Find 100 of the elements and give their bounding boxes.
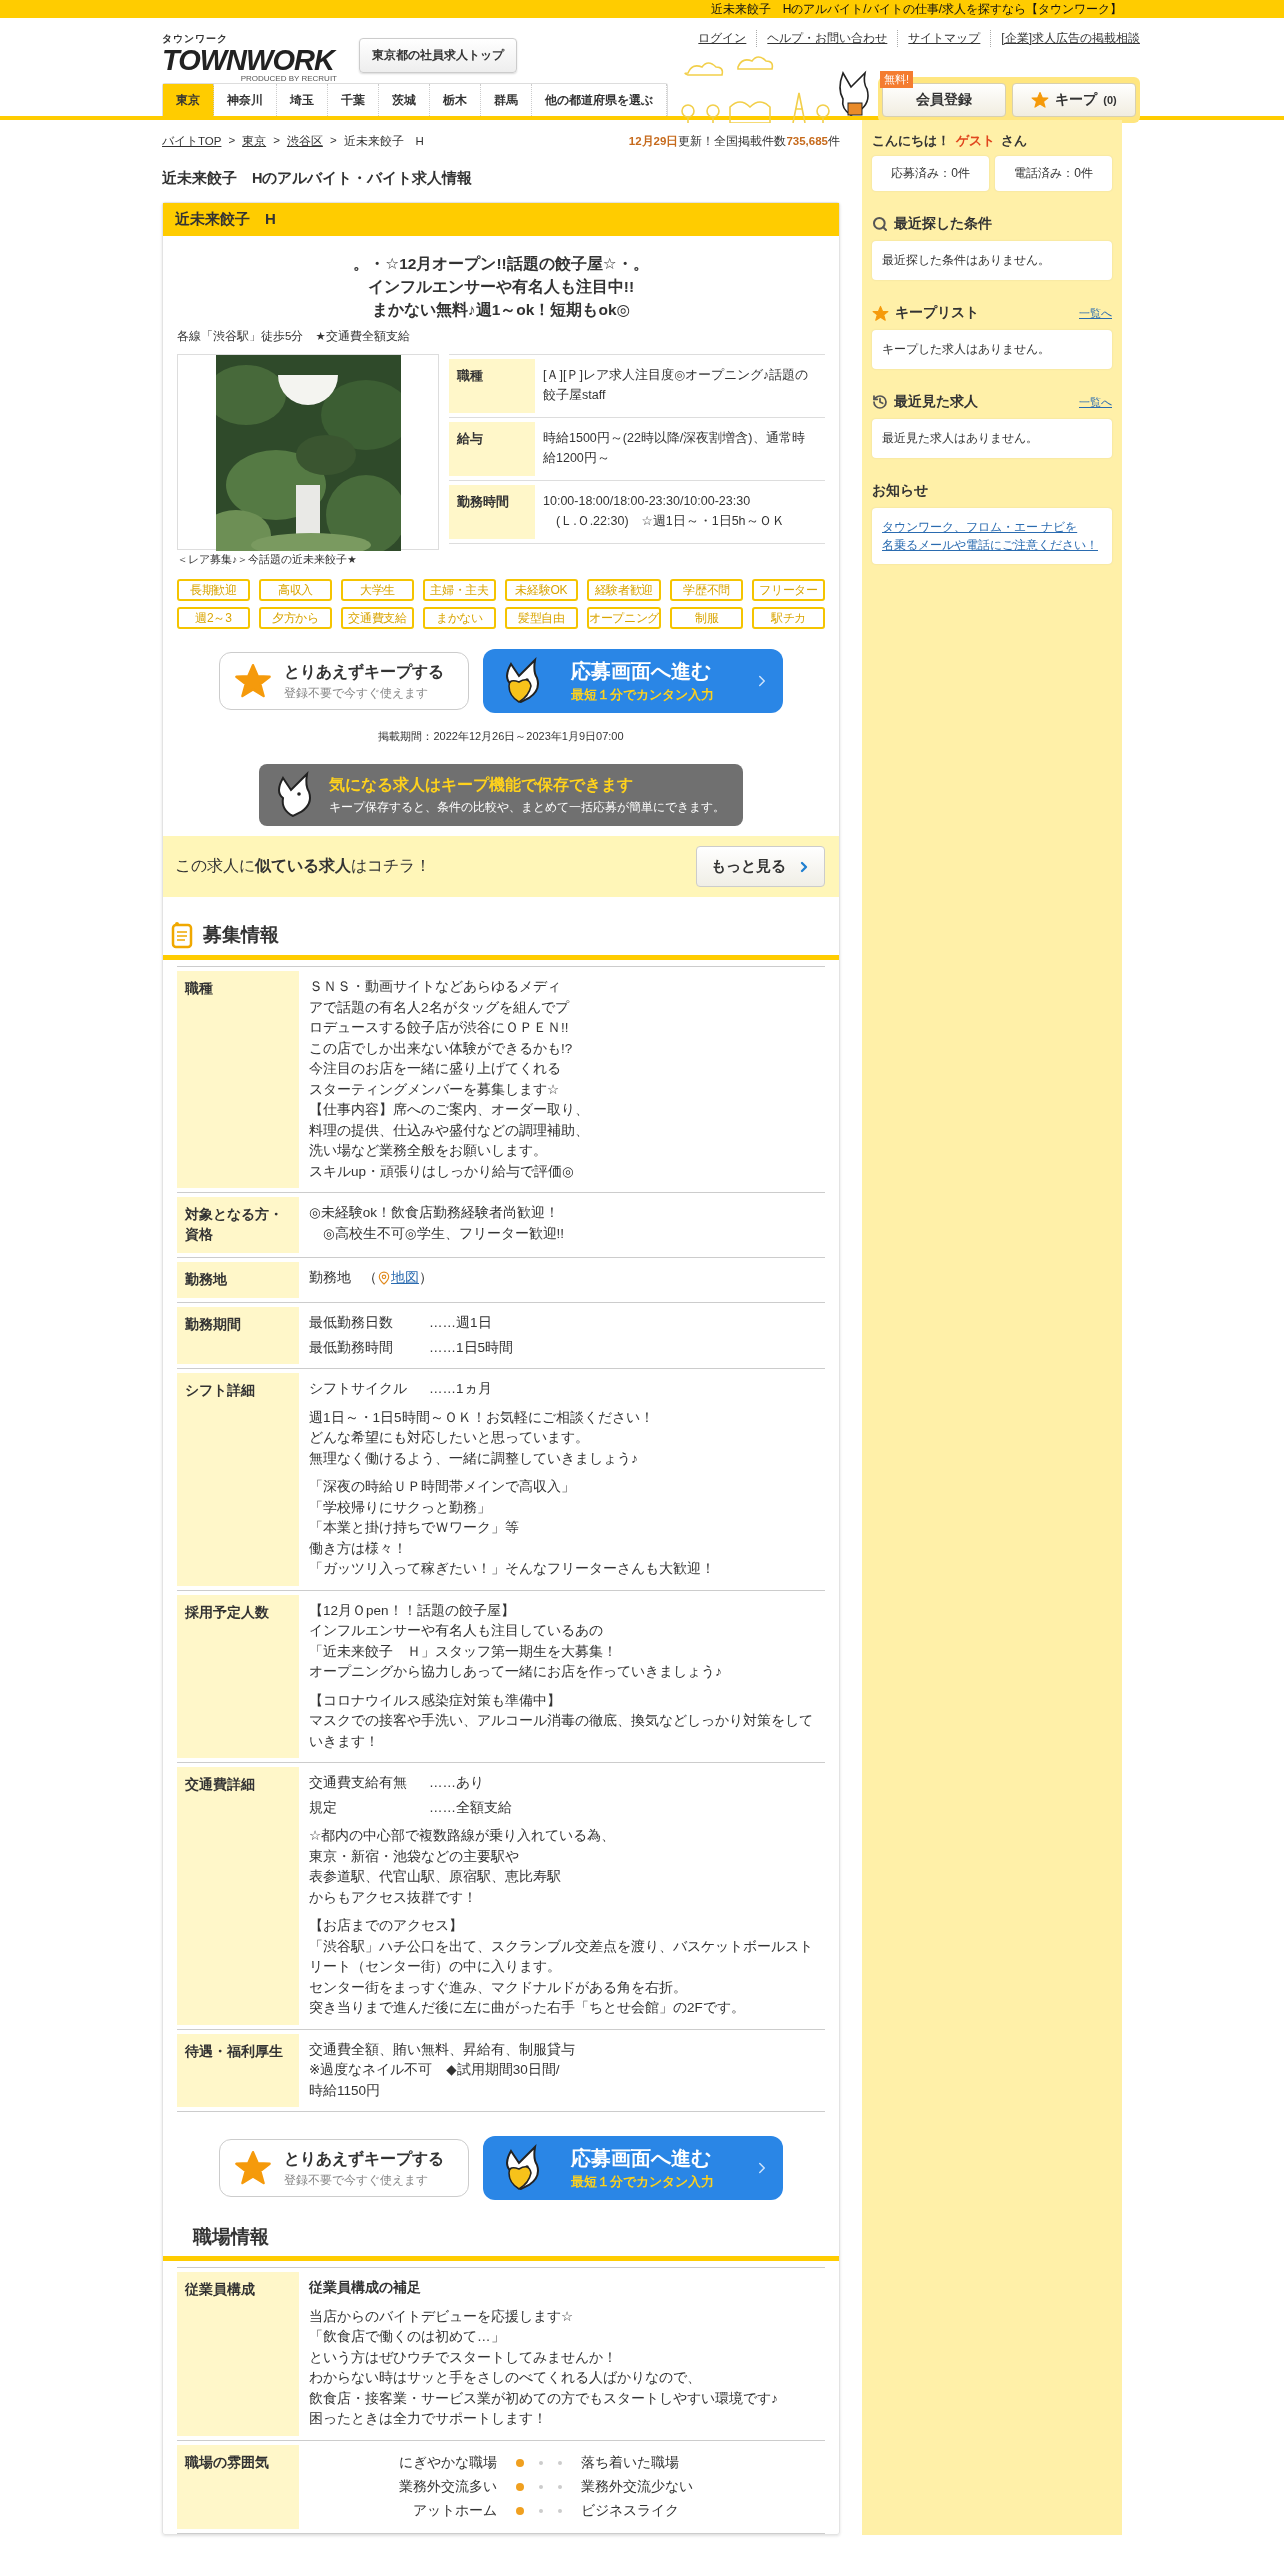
breadcrumb-link[interactable]: バイトTOP bbox=[162, 134, 222, 149]
prefecture-tab[interactable]: 東京 bbox=[163, 84, 214, 116]
row-label: 職種 bbox=[177, 971, 299, 1188]
page-title: 近未来餃子 Hのアルバイト・バイト求人情報 bbox=[162, 169, 474, 188]
catch-copy: インフルエンサーや有名人も注目中!! bbox=[367, 277, 635, 297]
scale-label: 業務外交流少ない bbox=[580, 2477, 694, 2496]
apply-button[interactable]: 応募画面へ進む 最短１分でカンタン入力 bbox=[483, 649, 783, 713]
field-label: 交通費支給有無 bbox=[309, 1774, 408, 1792]
notice-link[interactable]: 名乗るメールや電話にご注意ください！ bbox=[882, 536, 1102, 554]
star-icon bbox=[234, 662, 272, 700]
body-text: 【コロナウイルス感染症対策も準備中】 bbox=[309, 1691, 561, 1710]
detail-label: 給与 bbox=[449, 422, 535, 476]
similar-jobs-text: この求人に似ている求人はコチラ！ bbox=[175, 856, 431, 876]
breadcrumb-link[interactable]: 渋谷区 bbox=[286, 134, 323, 149]
feature-tag: 交通費支給 bbox=[340, 607, 414, 629]
list-link[interactable]: 一覧へ bbox=[1079, 305, 1112, 321]
field-label: 規定 bbox=[309, 1798, 338, 1817]
body-text: 「本業と掛け持ちでＷワーク」等 bbox=[309, 1519, 519, 1537]
access-text: 各線「渋谷駅」徒歩5分 ★交通費全額支給 bbox=[177, 329, 411, 344]
body-text: 突き当りまで進んだ後に左に曲がった右手「ちとせ会館」の2Fです。 bbox=[309, 1999, 745, 2017]
panel-title: 最近探した条件 bbox=[894, 215, 993, 233]
body-text: からもアクセス抜群です！ bbox=[309, 1888, 477, 1907]
detail-label: 職種 bbox=[449, 359, 535, 413]
row-label: 勤務地 bbox=[177, 1262, 299, 1298]
body-text: 【12月Ｏpen！！話題の餃子屋】 bbox=[309, 1601, 515, 1620]
body-text: 【仕事内容】席へのご案内、オーダー取り、 bbox=[309, 1101, 589, 1119]
search-icon bbox=[872, 216, 888, 232]
body-text: 「飲食店で働くのは初めて…」 bbox=[309, 2328, 505, 2346]
feature-tag: 制服 bbox=[670, 607, 743, 629]
body-text: ＳＮＳ・動画サイトなどあらゆるメディ bbox=[309, 978, 561, 996]
update-info: 12月29日更新！全国掲載件数735,685件 bbox=[628, 134, 840, 149]
feature-tag: 未経験OK bbox=[504, 579, 578, 601]
employee-jobs-button[interactable]: 東京都の社員求人トップ bbox=[359, 38, 517, 73]
star-icon bbox=[234, 2149, 272, 2187]
body-text: 困ったときは全力でサポートします！ bbox=[309, 2410, 547, 2428]
row-label: 交通費詳細 bbox=[177, 1767, 299, 2025]
more-button[interactable]: もっと見る bbox=[696, 846, 825, 887]
notice-link[interactable]: タウンワーク、フロム・エー ナビを bbox=[882, 518, 1102, 536]
body-text: 働き方は様々！ bbox=[309, 1539, 407, 1558]
subheading: 従業員構成の補足 bbox=[309, 2279, 422, 2297]
body-text: 洗い場など業務全般をお願いします。 bbox=[309, 1142, 547, 1160]
field-value: ……週1日 bbox=[429, 1314, 492, 1332]
detail-label: 勤務時間 bbox=[449, 485, 535, 539]
detail-value: [Ａ][Ｐ]レア求人注目度◎オープニング♪話題の餃子屋staff bbox=[543, 367, 810, 404]
star-icon bbox=[872, 304, 889, 322]
apply-button[interactable]: 応募画面へ進む 最短１分でカンタン入力 bbox=[483, 2136, 783, 2200]
breadcrumb-separator: > bbox=[273, 134, 280, 148]
header-link[interactable]: [企業]求人広告の掲載相談 bbox=[990, 30, 1140, 47]
header-link[interactable]: ログイン bbox=[688, 30, 757, 47]
map-pin-icon bbox=[377, 1271, 391, 1286]
empty-message: キープした求人はありません。 bbox=[872, 330, 1112, 369]
scale-label: 業務外交流多い bbox=[398, 2477, 498, 2496]
history-icon bbox=[872, 394, 888, 410]
scale-label: ビジネスライク bbox=[580, 2501, 680, 2520]
map-link[interactable]: 地図 bbox=[391, 1268, 419, 1289]
catch-copy: 。・☆12月オープン!!話題の餃子屋☆・。 bbox=[353, 254, 649, 274]
body-text: 時給1150円 bbox=[309, 2081, 381, 2100]
detail-value: 10:00-18:00/18:00-23:30/10:00-23:30 bbox=[543, 493, 751, 510]
breadcrumb-link[interactable]: 東京 bbox=[242, 134, 267, 149]
body-text: ◎高校生不可◎学生、フリーター歓迎!! bbox=[322, 1224, 565, 1243]
count-box: 電話済み：0件 bbox=[995, 156, 1112, 191]
keep-list-button[interactable]: キープ (0) bbox=[1012, 83, 1136, 117]
body-text: 週1日～・1日5時間～ＯＫ！お気軽にご相談ください！ bbox=[309, 1408, 654, 1427]
panel-title: 最近見た求人 bbox=[894, 393, 979, 411]
body-text: 「近未来餃子 Ｈ」スタッフ第一期生を大募集！ bbox=[309, 1642, 617, 1661]
body-text: わからない時はサッと手をさしのべてくれる人ばかりなので、 bbox=[309, 2369, 701, 2387]
feature-tag: 学歴不問 bbox=[670, 579, 743, 601]
body-text: 無理なく働けるよう、一緒に調整していきましょう♪ bbox=[309, 1449, 638, 1468]
row-label: 待遇・福利厚生 bbox=[177, 2033, 299, 2107]
body-text: スターティングメンバーを募集します☆ bbox=[309, 1080, 560, 1099]
keep-button[interactable]: とりあえずキープする 登録不要で今すぐ使えます bbox=[219, 2139, 469, 2197]
free-badge: 無料! bbox=[880, 71, 914, 88]
feature-tag: フリーター bbox=[752, 579, 825, 601]
catch-copy: まかない無料♪週1～ok！短期もok◎ bbox=[371, 300, 631, 321]
body-text: 飲食店・接客業・サービス業が初めての方でもスタートしやすい環境です♪ bbox=[309, 2389, 778, 2408]
header-link[interactable]: ヘルプ・お問い合わせ bbox=[756, 30, 898, 47]
field-label: 最低勤務日数 bbox=[309, 1314, 394, 1332]
greeting-text: さん bbox=[1001, 133, 1027, 148]
user-name: ゲスト bbox=[956, 133, 995, 148]
scale-label: 落ち着いた職場 bbox=[580, 2453, 680, 2472]
feature-tag: 高収入 bbox=[258, 579, 332, 601]
body-text: という方はぜひウチでスタートしてみませんか！ bbox=[309, 2348, 617, 2367]
job-name: 近未来餃子 H bbox=[163, 203, 839, 236]
clipboard-icon bbox=[171, 921, 193, 949]
feature-tag: 大学生 bbox=[340, 579, 414, 601]
breadcrumb-separator: > bbox=[228, 134, 236, 148]
keep-button[interactable]: とりあえずキープする 登録不要で今すぐ使えます bbox=[219, 652, 469, 710]
panel-title: お知らせ bbox=[872, 482, 929, 500]
row-label: 職場の雰囲気 bbox=[177, 2444, 299, 2529]
empty-message: 最近探した条件はありません。 bbox=[872, 241, 1112, 280]
header-link[interactable]: サイトマップ bbox=[897, 30, 991, 47]
row-label: 従業員構成 bbox=[177, 2272, 299, 2436]
site-logo[interactable]: タウンワーク TOWNWORK PRODUCED BY RECRUIT bbox=[162, 32, 337, 83]
feature-tag: 週2～3 bbox=[177, 607, 250, 629]
feature-tag: 髪型自由 bbox=[504, 607, 578, 629]
list-link[interactable]: 一覧へ bbox=[1079, 394, 1112, 410]
scale-label: にぎやかな職場 bbox=[398, 2453, 498, 2472]
body-text: 「渋谷駅」ハチ公口を出て、スクランブル交差点を渡り、バスケットボールストリート（センター街）の中に入ります。 bbox=[309, 1937, 814, 1976]
count-box: 応募済み：0件 bbox=[872, 156, 989, 191]
feature-tag: 駅チカ bbox=[752, 607, 825, 629]
